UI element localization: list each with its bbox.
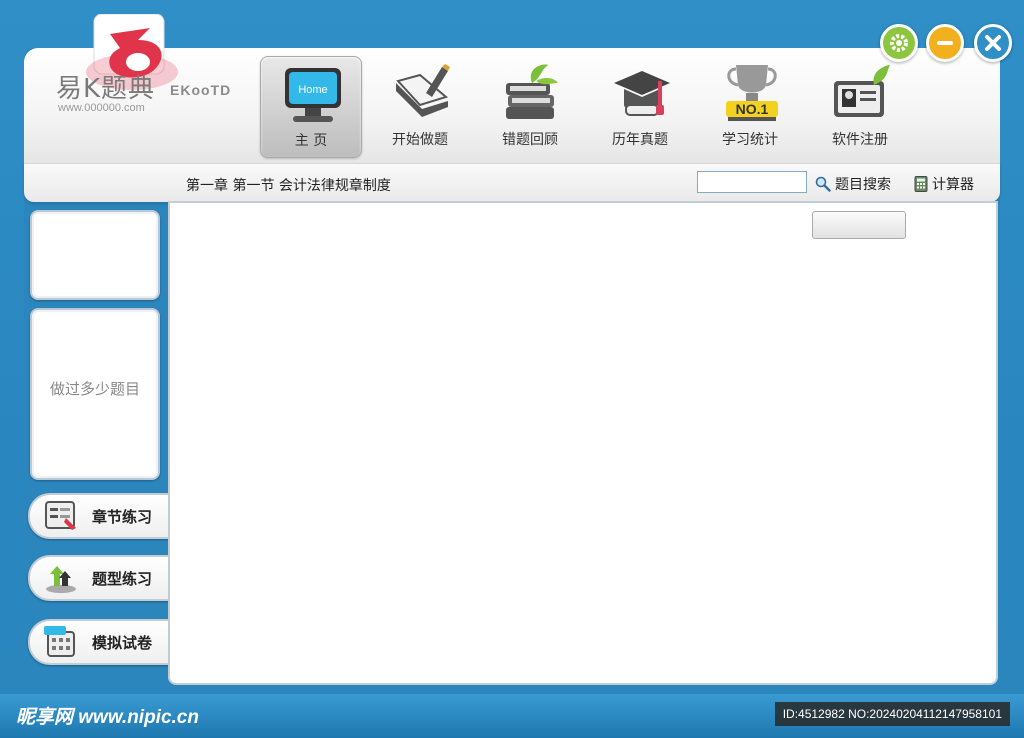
footer-brand: 昵享网 www.nipic.cn xyxy=(16,707,199,728)
search-label: 题目搜索 xyxy=(835,177,891,193)
minimize-icon xyxy=(937,41,953,45)
stats-panel-text: 做过多少题目 xyxy=(49,380,140,398)
settings-button[interactable] xyxy=(880,24,918,62)
question-type-label: 题型练习 xyxy=(92,570,153,588)
breadcrumb: 第一章 第一节 会计法律规章制度 xyxy=(186,178,391,194)
nav-start-practice[interactable]: 开始做题 xyxy=(370,56,470,156)
search-input[interactable] xyxy=(697,171,807,193)
calculator-label: 计算器 xyxy=(932,177,974,193)
nav-mistake-review-label: 错题回顾 xyxy=(502,132,558,148)
trophy-icon: NO.1 xyxy=(726,65,778,121)
stats-panel: 做过多少题目 xyxy=(30,308,160,480)
nav-past-exams[interactable]: 历年真题 xyxy=(590,56,690,156)
footer-id: ID:4512982 NO:20240204112147958101 xyxy=(774,702,1010,726)
search-icon xyxy=(815,176,831,192)
id-card-icon xyxy=(834,65,890,117)
nav-mistake-review[interactable]: 错题回顾 xyxy=(480,56,580,156)
nav-register-label: 软件注册 xyxy=(832,132,888,148)
mock-exam-icon xyxy=(44,626,75,657)
content-action-button[interactable] xyxy=(812,211,906,239)
monitor-home-icon: Home xyxy=(285,68,341,122)
logo: 易K题典 EKooTD www.000000.com xyxy=(50,14,240,154)
question-type-button[interactable]: 题型练习 xyxy=(28,555,178,601)
calculator-button[interactable]: 计算器 xyxy=(914,174,974,194)
svg-text:NO.1: NO.1 xyxy=(736,101,769,117)
books-leaf-icon xyxy=(506,64,558,119)
main-content xyxy=(168,201,998,685)
search-button[interactable]: 题目搜索 xyxy=(815,174,891,194)
minimize-button[interactable] xyxy=(926,24,964,62)
logo-url: www.000000.com xyxy=(58,102,145,114)
nav-start-practice-label: 开始做题 xyxy=(392,132,448,148)
chapter-practice-label: 章节练习 xyxy=(92,508,153,526)
nav-register[interactable]: 软件注册 xyxy=(810,56,910,156)
pencil-book-icon xyxy=(396,64,450,117)
gear-icon xyxy=(890,34,908,52)
question-type-icon xyxy=(46,566,76,593)
graduation-cap-icon xyxy=(614,71,670,116)
nav-home-label: 主 页 xyxy=(294,133,328,149)
nav-study-stats-label: 学习统计 xyxy=(722,132,778,148)
calculator-icon xyxy=(914,176,928,192)
nav-study-stats[interactable]: NO.1 学习统计 xyxy=(700,56,800,156)
nav-home[interactable]: Home 主 页 xyxy=(260,56,362,158)
chapter-practice-icon xyxy=(45,501,76,530)
app-window: 易K题典 EKooTD www.000000.com Home 主 页 开始做题… xyxy=(24,14,1012,690)
logo-english: EKooTD xyxy=(170,82,232,98)
mock-exam-button[interactable]: 模拟试卷 xyxy=(28,619,178,665)
nav-past-exams-label: 历年真题 xyxy=(612,132,668,148)
chapter-practice-button[interactable]: 章节练习 xyxy=(28,493,178,539)
close-icon xyxy=(985,35,1001,51)
svg-text:Home: Home xyxy=(298,84,327,96)
footer-bar: 昵享网 www.nipic.cn ID:4512982 NO:202402041… xyxy=(0,694,1024,738)
top-toolbar: 易K题典 EKooTD www.000000.com Home 主 页 开始做题… xyxy=(24,14,1012,164)
info-panel xyxy=(30,210,160,300)
mock-exam-label: 模拟试卷 xyxy=(92,634,153,652)
close-button[interactable] xyxy=(974,24,1012,62)
logo-name: 易K题典 xyxy=(56,74,156,104)
sub-toolbar: 第一章 第一节 会计法律规章制度 题目搜索 计算器 xyxy=(24,163,1000,202)
